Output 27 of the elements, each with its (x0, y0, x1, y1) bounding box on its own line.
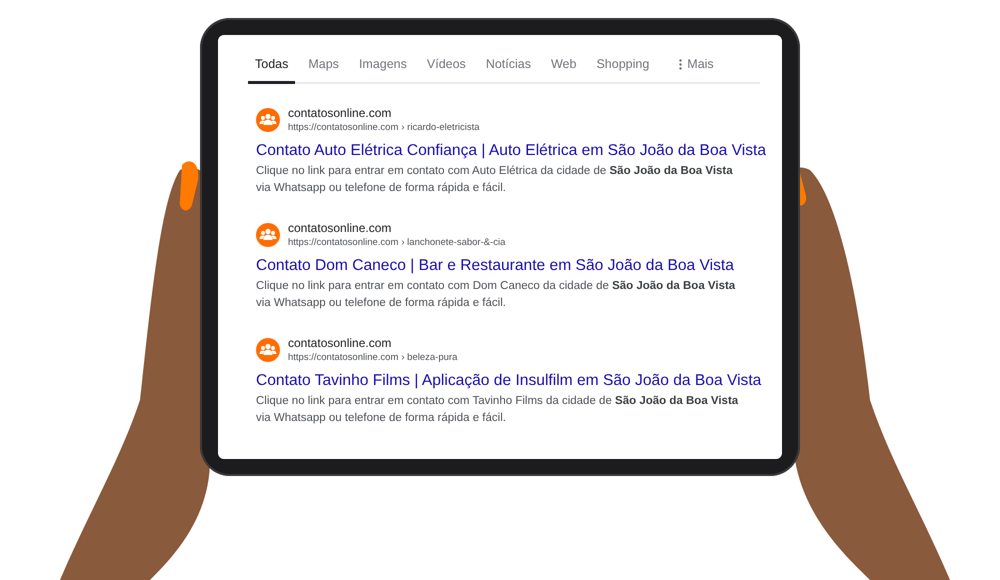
result-title-link[interactable]: Contato Auto Elétrica Confiança | Auto Elétrica em São João da Boa Vista (256, 140, 766, 161)
search-tab[interactable]: Shopping (589, 49, 656, 84)
search-tab[interactable]: Maps (301, 49, 346, 84)
result-snippet: Clique no link para entrar em contato com Auto Elétrica da cidade de São João da Boa Vista via Whatsapp ou telefone de forma rápida e fácil. (256, 164, 734, 196)
site-url: https://contatosonline.com (288, 351, 398, 364)
more-icon (679, 58, 682, 70)
search-tab[interactable]: Notícias (478, 49, 538, 84)
search-tab[interactable]: Todas (248, 49, 296, 84)
site-url: https://contatosonline.com (288, 121, 398, 134)
url-path: › lanchonete-sabor-&-cia (401, 236, 506, 249)
url-path: › beleza-pura (401, 351, 458, 364)
site-url: https://contatosonline.com (288, 236, 398, 249)
search-tab[interactable]: Web (544, 49, 584, 84)
result-snippet: Clique no link para entrar em contato com Tavinho Films da cidade de São João da Boa Vista via Whatsapp ou telefone de forma rápida e fácil. (256, 394, 740, 426)
people-icon (256, 223, 280, 247)
people-icon (256, 108, 280, 132)
search-tab[interactable]: Imagens (352, 49, 414, 84)
url-path: › ricardo-eletricista (401, 121, 480, 134)
more-tab[interactable]: Mais (672, 49, 721, 84)
search-tab[interactable]: Vídeos (420, 49, 473, 84)
result-title-link[interactable]: Contato Tavinho Films | Aplicação de Insulfilm em São João da Boa Vista (256, 370, 762, 391)
site-name: contatosonline.com (288, 221, 392, 236)
result-snippet: Clique no link para entrar em contato com Dom Caneco da cidade de São João da Boa Vista via Whatsapp ou telefone de forma rápida e fácil. (256, 279, 736, 311)
site-name: contatosonline.com (288, 336, 392, 351)
result-title-link[interactable]: Contato Dom Caneco | Bar e Restaurante em São João da Boa Vista (256, 255, 734, 276)
site-name: contatosonline.com (288, 106, 392, 121)
people-icon (256, 338, 280, 362)
